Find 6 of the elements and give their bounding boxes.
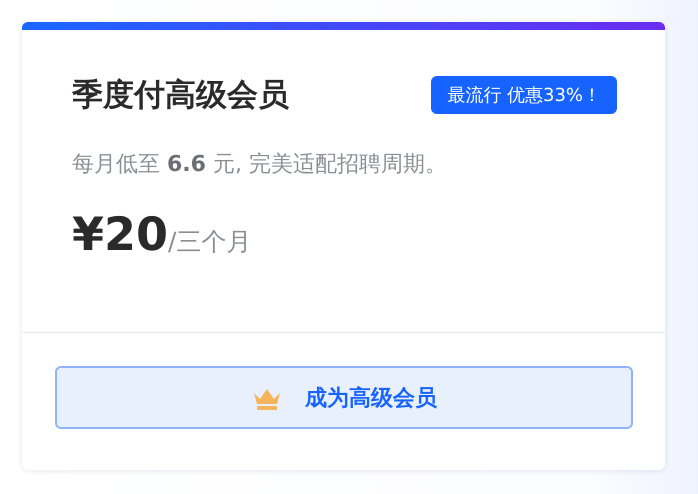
plan-title: 季度付高级会员: [72, 76, 289, 115]
price-period: /三个月: [168, 226, 252, 258]
price: ¥20: [72, 207, 168, 261]
upgrade-button[interactable]: 成为高级会员: [55, 366, 633, 429]
discount-badge: 最流行 优惠33%！: [431, 76, 617, 114]
plan-description: 每月低至 6.6 元, 完美适配招聘周期。: [72, 151, 448, 179]
